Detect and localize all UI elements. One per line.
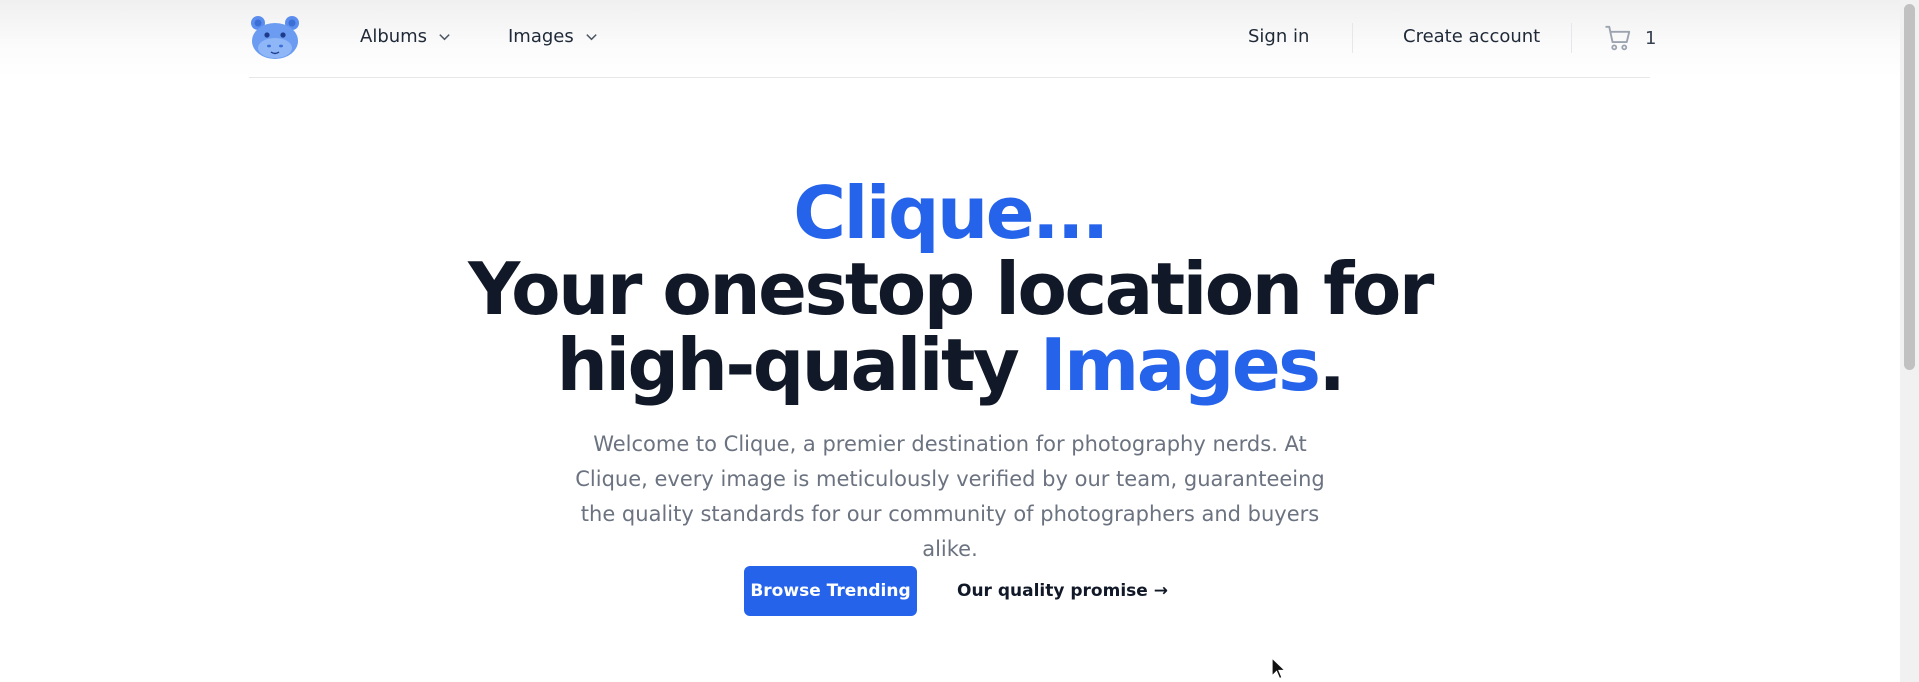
cart-count: 1 — [1645, 27, 1657, 49]
hero-brand: Clique... — [793, 171, 1109, 255]
mouse-cursor-icon — [1271, 657, 1287, 680]
images-menu[interactable]: Images — [508, 26, 599, 47]
sign-in-link[interactable]: Sign in — [1248, 26, 1309, 47]
scrollbar-thumb[interactable] — [1904, 4, 1915, 370]
images-menu-label: Images — [508, 26, 574, 47]
hero-line-3: high-quality — [556, 323, 1040, 407]
nav-divider — [1571, 23, 1572, 53]
cart-button[interactable]: 1 — [1603, 23, 1656, 53]
create-account-link[interactable]: Create account — [1403, 26, 1540, 47]
page-scrollbar[interactable] — [1900, 0, 1919, 682]
browse-trending-button[interactable]: Browse Trending — [744, 566, 917, 616]
hero-line-2: Your onestop location for — [468, 247, 1434, 331]
hero-highlight: Images — [1039, 323, 1321, 407]
hero-heading: Clique... Your onestop location for high… — [0, 175, 1900, 403]
quality-promise-link[interactable]: Our quality promise → — [957, 581, 1168, 601]
hero-period: . — [1318, 323, 1346, 407]
cart-icon — [1605, 25, 1631, 51]
hero-section: Clique... Your onestop location for high… — [0, 175, 1900, 567]
nav-divider — [1352, 23, 1353, 53]
chevron-down-icon — [439, 34, 450, 41]
top-navbar: Albums Images Sign in Create account 1 — [249, 0, 1656, 78]
page-viewport: Albums Images Sign in Create account 1 C… — [0, 0, 1900, 682]
hero-description: Welcome to Clique, a premier destination… — [575, 432, 1325, 561]
chevron-down-icon — [586, 34, 597, 41]
albums-menu-label: Albums — [360, 26, 428, 47]
hippo-logo-icon[interactable] — [249, 14, 301, 60]
albums-menu[interactable]: Albums — [360, 26, 452, 47]
